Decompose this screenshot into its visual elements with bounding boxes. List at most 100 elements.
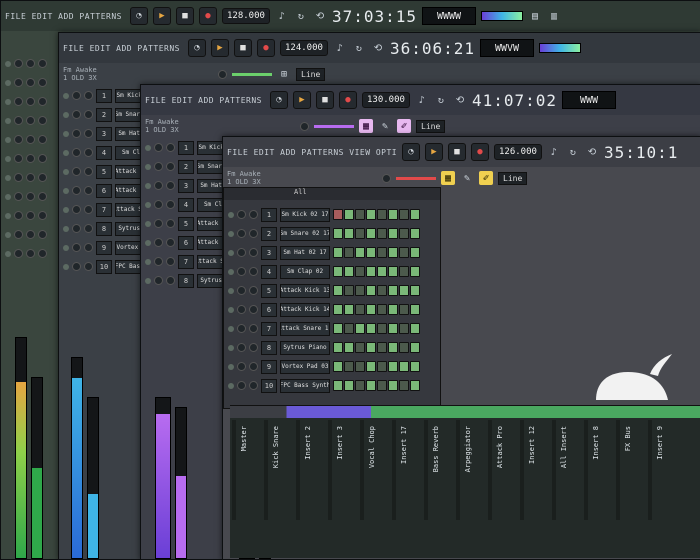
pan-knob[interactable] [154, 276, 163, 285]
volume-knob[interactable] [26, 249, 35, 258]
record-button[interactable]: ● [471, 143, 489, 161]
pan-knob[interactable] [72, 148, 81, 157]
volume-knob[interactable] [249, 210, 258, 219]
channel-led[interactable] [228, 268, 234, 275]
channel-led[interactable] [228, 363, 234, 370]
step-sequencer[interactable] [333, 209, 420, 220]
channel-name[interactable]: Attack Snare 11 [280, 321, 330, 336]
volume-knob[interactable] [26, 211, 35, 220]
wait-icon[interactable]: ⟲ [585, 145, 599, 159]
main-menu[interactable]: FILE EDIT ADD PATTERNS VIEW OPTIONS TOOL… [63, 44, 183, 53]
mixer-knob[interactable] [38, 173, 47, 182]
pan-knob[interactable] [14, 173, 23, 182]
channel-led[interactable] [228, 287, 234, 294]
channel-number[interactable]: 8 [261, 340, 277, 355]
channel-number[interactable]: 9 [96, 240, 112, 255]
mixer-fader-track[interactable] [296, 420, 300, 520]
channel-led[interactable] [63, 168, 69, 175]
master-volume-knob[interactable] [218, 69, 227, 79]
channel-led[interactable] [228, 306, 234, 313]
volume-knob[interactable] [26, 78, 35, 87]
volume-knob[interactable] [166, 181, 175, 190]
volume-knob[interactable] [26, 59, 35, 68]
snap-select[interactable]: Line [416, 119, 446, 133]
rack-row[interactable]: 8Sytrus Piano [228, 339, 420, 356]
paint-icon[interactable]: ✐ [397, 119, 411, 133]
volume-knob[interactable] [84, 167, 93, 176]
mixer-channel[interactable]: Attack Pro [486, 420, 516, 540]
mixer-channel[interactable]: Insert 3 [326, 420, 356, 540]
channel-led[interactable] [63, 111, 69, 118]
tempo-display[interactable]: 130.000 [362, 92, 410, 108]
mixer-channel[interactable]: Insert 2 [294, 420, 324, 540]
volume-knob[interactable] [26, 230, 35, 239]
pan-knob[interactable] [72, 205, 81, 214]
channel-led[interactable] [5, 155, 11, 162]
loop-icon[interactable]: ↻ [352, 41, 366, 55]
channel-led[interactable] [5, 212, 11, 219]
volume-knob[interactable] [26, 135, 35, 144]
channel-led[interactable] [5, 174, 11, 181]
channel-number[interactable]: 6 [96, 183, 112, 198]
pan-knob[interactable] [72, 224, 81, 233]
pan-knob[interactable] [154, 238, 163, 247]
volume-knob[interactable] [249, 286, 258, 295]
mixer-knob[interactable] [38, 97, 47, 106]
record-button[interactable]: ● [339, 91, 357, 109]
volume-knob[interactable] [84, 243, 93, 252]
wait-icon[interactable]: ⟲ [453, 93, 467, 107]
wait-icon[interactable]: ⟲ [313, 9, 327, 23]
channel-name[interactable]: Sm Kick 02 17 [280, 207, 330, 222]
mixer-fader-track[interactable] [520, 420, 524, 520]
pan-knob[interactable] [14, 116, 23, 125]
channel-number[interactable]: 5 [178, 216, 194, 231]
volume-knob[interactable] [249, 381, 258, 390]
pan-knob[interactable] [72, 262, 81, 271]
channel-led[interactable] [5, 79, 11, 86]
snap-icon[interactable]: ⊞ [277, 67, 291, 81]
mixer-knob[interactable] [38, 211, 47, 220]
mixer-channel[interactable]: Bass Reverb [422, 420, 452, 540]
pan-knob[interactable] [14, 154, 23, 163]
pan-knob[interactable] [154, 181, 163, 190]
snap-select[interactable]: Line [296, 67, 326, 81]
volume-knob[interactable] [84, 224, 93, 233]
channel-led[interactable] [145, 182, 151, 189]
channel-name[interactable]: Sm Hat 02 17 [280, 245, 330, 260]
rack-row[interactable]: 4Sm Clap 02 [228, 263, 420, 280]
volume-knob[interactable] [166, 257, 175, 266]
master-volume-knob[interactable] [382, 173, 391, 183]
channel-led[interactable] [63, 92, 69, 99]
channel-led[interactable] [5, 136, 11, 143]
step-sequencer[interactable] [333, 323, 420, 334]
mixer-fader-track[interactable] [648, 420, 652, 520]
pattern-song-toggle[interactable]: ◔ [402, 143, 420, 161]
step-sequencer[interactable] [333, 266, 420, 277]
mixer-knob[interactable] [38, 78, 47, 87]
channel-led[interactable] [63, 244, 69, 251]
wait-icon[interactable]: ⟲ [371, 41, 385, 55]
play-button[interactable]: ▶ [425, 143, 443, 161]
rack-row[interactable]: 5Attack Kick 13 [228, 282, 420, 299]
pan-knob[interactable] [72, 167, 81, 176]
channel-name[interactable]: Sytrus Piano [280, 340, 330, 355]
channel-number[interactable]: 1 [96, 88, 112, 103]
channel-number[interactable]: 7 [261, 321, 277, 336]
pan-knob[interactable] [237, 267, 246, 276]
stop-button[interactable]: ■ [234, 39, 252, 57]
mixer-fader-track[interactable] [424, 420, 428, 520]
pan-knob[interactable] [14, 230, 23, 239]
channel-name[interactable]: Attack Kick 14 [280, 302, 330, 317]
step-sequencer[interactable] [333, 361, 420, 372]
mixer-knob[interactable] [38, 154, 47, 163]
channel-led[interactable] [145, 239, 151, 246]
record-button[interactable]: ● [199, 7, 217, 25]
pattern-song-toggle[interactable]: ◔ [188, 39, 206, 57]
pan-knob[interactable] [14, 78, 23, 87]
channel-number[interactable]: 4 [178, 197, 194, 212]
pan-knob[interactable] [14, 192, 23, 201]
loop-icon[interactable]: ↻ [434, 93, 448, 107]
channel-led[interactable] [5, 231, 11, 238]
step-sequencer[interactable] [333, 342, 420, 353]
main-menu[interactable]: FILE EDIT ADD PATTERNS VIEW OPTIONS TOOL… [145, 96, 265, 105]
